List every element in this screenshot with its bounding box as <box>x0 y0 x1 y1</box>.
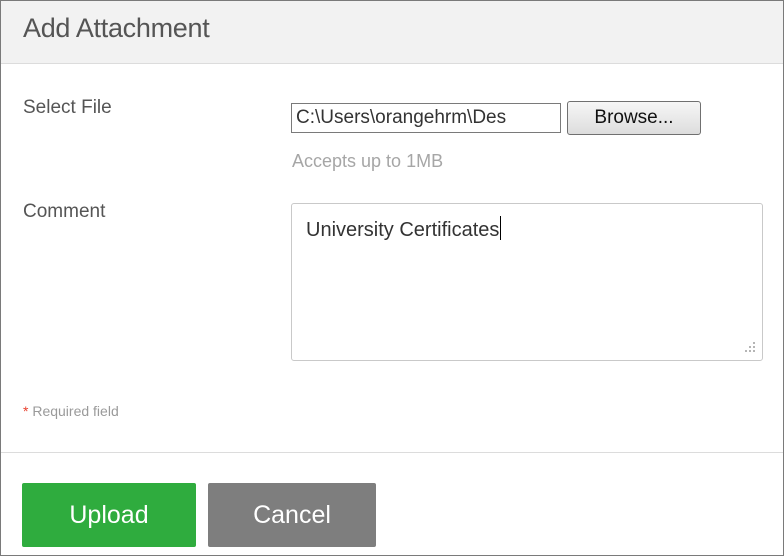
required-field-note: * Required field <box>23 403 119 419</box>
resize-grip-icon[interactable] <box>742 340 756 354</box>
required-text: Required field <box>28 403 119 419</box>
file-path-field[interactable]: C:\Users\orangehrm\Des <box>291 103 561 133</box>
text-cursor <box>500 216 502 240</box>
comment-label: Comment <box>23 201 106 222</box>
comment-text: University Certificates <box>306 216 502 242</box>
cancel-button[interactable]: Cancel <box>208 483 376 547</box>
select-file-label: Select File <box>23 97 112 118</box>
add-attachment-dialog: Add Attachment Select File C:\Users\oran… <box>0 0 784 556</box>
browse-button[interactable]: Browse... <box>567 101 701 135</box>
upload-button[interactable]: Upload <box>22 483 196 547</box>
file-size-hint: Accepts up to 1MB <box>292 151 444 171</box>
comment-value: University Certificates <box>306 219 500 241</box>
dialog-title: Add Attachment <box>23 13 210 43</box>
dialog-header: Add Attachment <box>1 1 783 64</box>
footer-divider <box>1 452 783 453</box>
comment-textarea[interactable]: University Certificates <box>291 203 763 361</box>
